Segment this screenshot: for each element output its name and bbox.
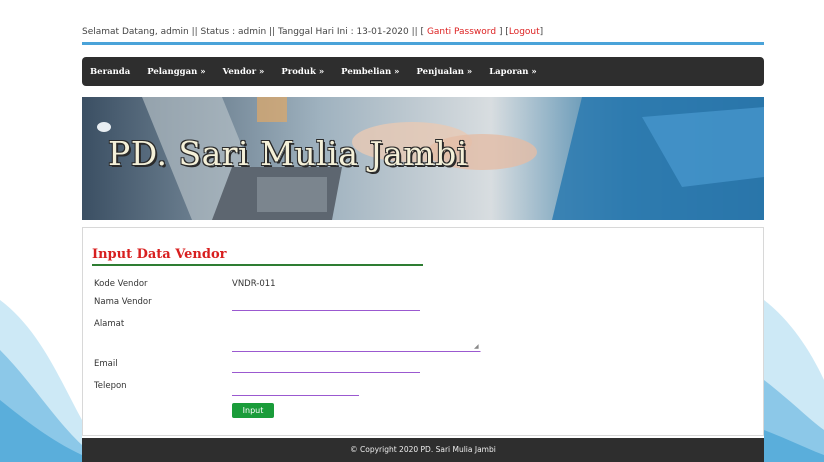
form-title: Input Data Vendor xyxy=(92,247,227,262)
input-submit-button[interactable]: Input xyxy=(232,403,274,418)
hero-banner: PD. Sari Mulia Jambi xyxy=(82,97,764,220)
alamat-textarea[interactable]: ◢ xyxy=(232,325,481,352)
footer: © Copyright 2020 PD. Sari Mulia Jambi xyxy=(82,438,764,462)
form-title-underline xyxy=(92,264,423,266)
nama-vendor-label: Nama Vendor xyxy=(94,297,152,307)
banner-title: PD. Sari Mulia Jambi xyxy=(108,134,468,173)
kode-vendor-label: Kode Vendor xyxy=(94,279,148,289)
form-panel: Input Data Vendor Kode Vendor VNDR-011 N… xyxy=(82,227,764,436)
nav-item-beranda[interactable]: Beranda xyxy=(90,67,130,77)
nav-item-pelanggan[interactable]: Pelanggan » xyxy=(147,67,205,77)
page-container: Selamat Datang, admin || Status : admin … xyxy=(82,0,764,462)
logout-link[interactable]: Logout xyxy=(509,27,540,37)
header-divider xyxy=(82,42,764,45)
nama-vendor-input[interactable] xyxy=(232,300,420,311)
telepon-input[interactable] xyxy=(232,385,359,396)
nav-item-produk[interactable]: Produk » xyxy=(281,67,324,77)
header-separator: ] [ xyxy=(498,27,509,37)
kode-vendor-value: VNDR-011 xyxy=(232,279,276,289)
main-navigation: Beranda Pelanggan » Vendor » Produk » Pe… xyxy=(82,57,764,86)
email-label: Email xyxy=(94,359,118,369)
header-end-separator: ] xyxy=(539,27,544,37)
nav-item-pembelian[interactable]: Pembelian » xyxy=(341,67,399,77)
nav-item-penjualan[interactable]: Penjualan » xyxy=(417,67,473,77)
nav-item-laporan[interactable]: Laporan » xyxy=(489,67,537,77)
resize-handle-icon[interactable]: ◢ xyxy=(474,344,480,350)
telepon-label: Telepon xyxy=(94,381,127,391)
change-password-link[interactable]: Ganti Password xyxy=(427,27,496,37)
footer-copyright: © Copyright 2020 PD. Sari Mulia Jambi xyxy=(350,445,496,454)
alamat-label: Alamat xyxy=(94,319,125,329)
welcome-text: Selamat Datang, admin || Status : admin … xyxy=(82,27,425,37)
nav-item-vendor[interactable]: Vendor » xyxy=(223,67,265,77)
email-input[interactable] xyxy=(232,362,420,373)
